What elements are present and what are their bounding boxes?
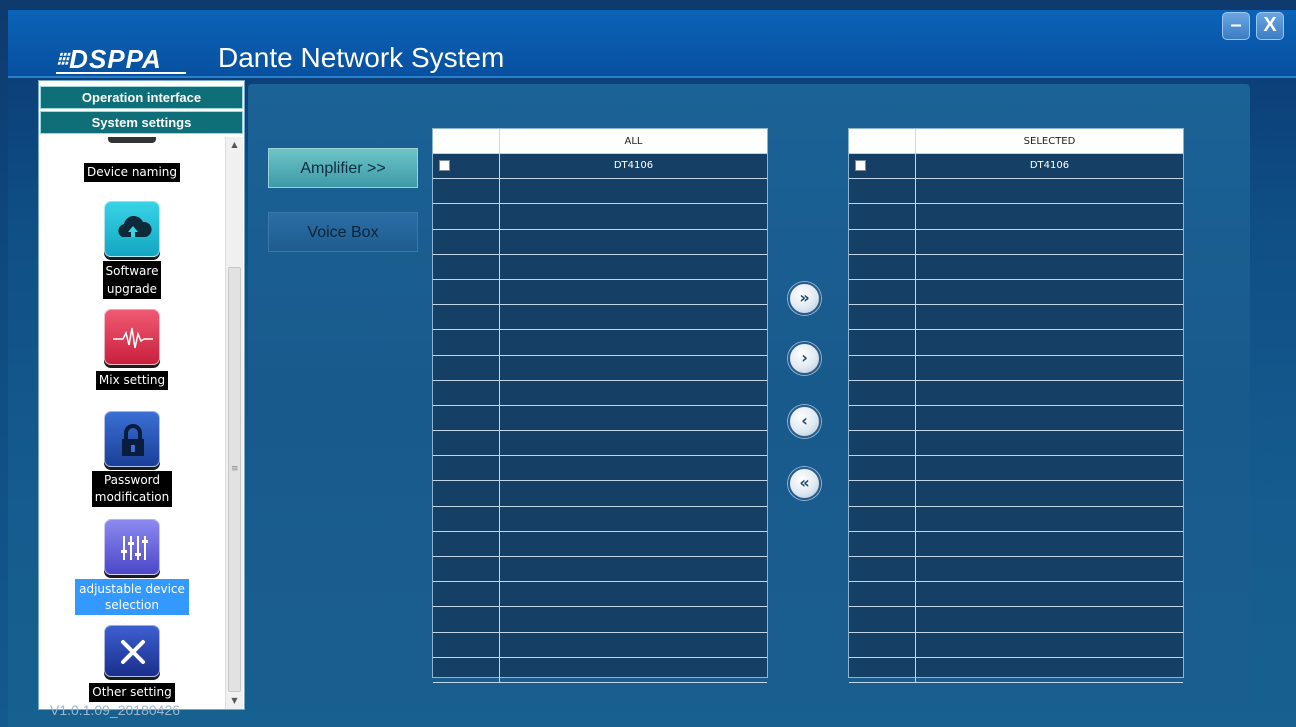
sidebar-item-label: Software upgrade bbox=[102, 261, 162, 299]
table-row[interactable] bbox=[433, 607, 767, 633]
table-row[interactable] bbox=[433, 405, 767, 432]
table-row[interactable] bbox=[849, 305, 1183, 331]
table-row[interactable] bbox=[849, 456, 1183, 482]
table-row[interactable]: DT4106 bbox=[849, 154, 1183, 180]
grip-icon: ≡ bbox=[231, 464, 239, 474]
column-header-all: ALL bbox=[624, 136, 643, 147]
cloud-upload-icon[interactable] bbox=[104, 201, 160, 257]
table-header: ALL bbox=[433, 129, 767, 154]
tools-icon[interactable] bbox=[104, 625, 160, 677]
table-row[interactable] bbox=[849, 380, 1183, 406]
table-header: SELECTED bbox=[849, 129, 1183, 154]
tab-system-settings[interactable]: System settings bbox=[40, 111, 243, 134]
sidebar-item-label: adjustable device selection bbox=[75, 579, 189, 615]
move-right-button[interactable]: › bbox=[788, 342, 821, 375]
selected-devices-table: SELECTED DT4106 bbox=[848, 128, 1184, 683]
minimize-button[interactable]: – bbox=[1222, 12, 1250, 40]
sidebar-scrollbar[interactable]: ▲ ≡ ▼ bbox=[225, 137, 243, 709]
sidebar-item-software-upgrade[interactable]: Software upgrade bbox=[39, 201, 225, 299]
title-bar: ⁝⁝⁝DSPPA Dante Network System – X bbox=[8, 10, 1296, 78]
settings-list: Device naming Software upgrade Mix settin… bbox=[39, 137, 225, 709]
table-row[interactable] bbox=[433, 254, 767, 280]
table-row[interactable] bbox=[433, 506, 767, 532]
device-name: DT4106 bbox=[613, 160, 654, 171]
sidebar-item-device-naming[interactable]: Device naming bbox=[39, 161, 225, 182]
table-row[interactable] bbox=[433, 481, 767, 507]
column-header-selected: SELECTED bbox=[1023, 136, 1076, 147]
equalizer-icon[interactable] bbox=[104, 519, 160, 575]
version-label: V1.0.1.09_20180426 bbox=[50, 702, 181, 718]
table-row[interactable] bbox=[433, 632, 767, 658]
row-checkbox[interactable] bbox=[439, 160, 450, 171]
table-row[interactable] bbox=[849, 179, 1183, 205]
move-all-right-button[interactable]: » bbox=[788, 282, 821, 315]
table-row[interactable] bbox=[849, 657, 1183, 683]
table-row[interactable] bbox=[433, 531, 767, 557]
table-row[interactable] bbox=[849, 229, 1183, 255]
lock-icon[interactable] bbox=[104, 411, 160, 467]
table-row[interactable] bbox=[849, 506, 1183, 532]
table-row[interactable] bbox=[849, 279, 1183, 306]
scroll-up-icon[interactable]: ▲ bbox=[226, 137, 243, 153]
table-row[interactable] bbox=[433, 179, 767, 205]
amplifier-button[interactable]: Amplifier >> bbox=[268, 148, 418, 188]
move-left-button[interactable]: ‹ bbox=[788, 405, 821, 438]
table-row[interactable]: DT4106 bbox=[433, 154, 767, 180]
table-row[interactable] bbox=[849, 405, 1183, 432]
device-name: DT4106 bbox=[1029, 160, 1070, 171]
scroll-thumb[interactable]: ≡ bbox=[228, 267, 241, 692]
table-row[interactable] bbox=[433, 557, 767, 583]
move-all-left-button[interactable]: « bbox=[788, 467, 821, 500]
sidebar: Operation interface System settings Devi… bbox=[38, 80, 245, 710]
table-row[interactable] bbox=[433, 657, 767, 683]
sidebar-item-mix-setting[interactable]: Mix setting bbox=[39, 309, 225, 390]
sidebar-item-password-modification[interactable]: Password modification bbox=[39, 411, 225, 507]
table-row[interactable] bbox=[433, 204, 767, 230]
app-title: Dante Network System bbox=[218, 42, 505, 73]
all-devices-table: ALL DT4106 bbox=[432, 128, 768, 683]
table-row[interactable] bbox=[433, 431, 767, 457]
table-row[interactable] bbox=[849, 355, 1183, 381]
table-row[interactable] bbox=[849, 632, 1183, 658]
table-row[interactable] bbox=[433, 456, 767, 482]
sidebar-item-label: Device naming bbox=[83, 163, 181, 182]
table-row[interactable] bbox=[433, 582, 767, 608]
sidebar-item-label: Mix setting bbox=[95, 371, 169, 390]
table-row[interactable] bbox=[849, 330, 1183, 356]
table-row[interactable] bbox=[433, 305, 767, 331]
sidebar-item-label: Other setting bbox=[89, 683, 175, 702]
table-row[interactable] bbox=[849, 254, 1183, 280]
sidebar-item-label: Password modification bbox=[91, 471, 173, 507]
table-row[interactable] bbox=[433, 279, 767, 306]
device-naming-icon[interactable] bbox=[108, 137, 156, 143]
table-row[interactable] bbox=[849, 481, 1183, 507]
table-row[interactable] bbox=[849, 531, 1183, 557]
table-row[interactable] bbox=[433, 330, 767, 356]
table-row[interactable] bbox=[849, 582, 1183, 608]
table-row[interactable] bbox=[849, 557, 1183, 583]
close-button[interactable]: X bbox=[1256, 12, 1284, 40]
sidebar-item-adjustable-device-selection[interactable]: adjustable device selection bbox=[39, 519, 225, 615]
table-row[interactable] bbox=[849, 204, 1183, 230]
voice-box-button[interactable]: Voice Box bbox=[268, 212, 418, 252]
scroll-down-icon[interactable]: ▼ bbox=[226, 693, 243, 709]
table-row[interactable] bbox=[433, 380, 767, 406]
table-row[interactable] bbox=[433, 229, 767, 255]
table-row[interactable] bbox=[849, 431, 1183, 457]
table-row[interactable] bbox=[433, 355, 767, 381]
row-checkbox[interactable] bbox=[855, 160, 866, 171]
brand-logo: ⁝⁝⁝DSPPA bbox=[56, 44, 186, 75]
table-row[interactable] bbox=[849, 607, 1183, 633]
audio-wave-icon[interactable] bbox=[104, 309, 160, 365]
tab-operation-interface[interactable]: Operation interface bbox=[40, 86, 243, 109]
sidebar-item-other-setting[interactable]: Other setting bbox=[39, 625, 225, 702]
